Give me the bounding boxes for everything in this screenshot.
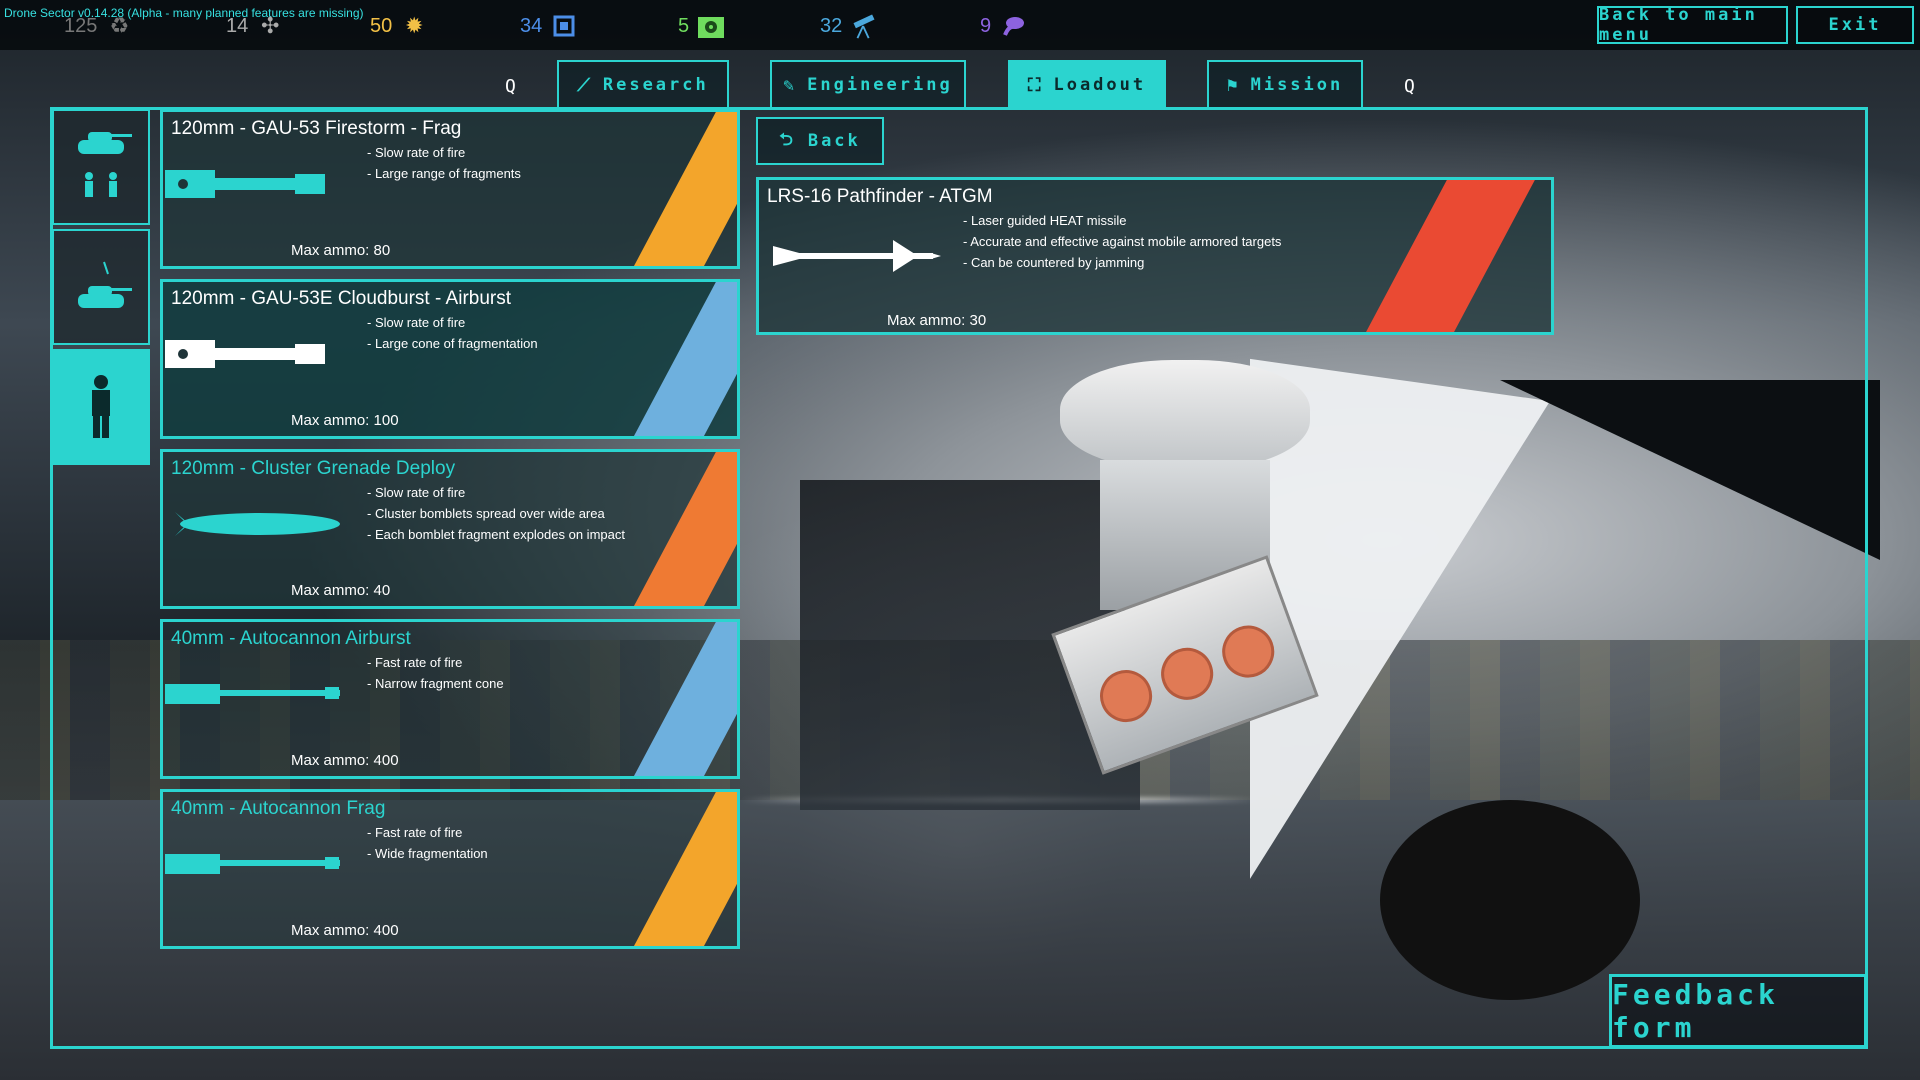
category-tank-and-infantry[interactable]	[52, 109, 150, 225]
resource-value: 14	[226, 14, 249, 37]
selected-weapon-name: LRS-16 Pathfinder - ATGM	[767, 186, 993, 207]
weapon-feature: - Large cone of fragmentation	[367, 336, 538, 351]
weapon-feature: - Wide fragmentation	[367, 846, 488, 861]
recycle-icon: ♻	[109, 13, 130, 38]
weapon-feature: - Accurate and effective against mobile …	[963, 234, 1282, 249]
weapon-feature: - Fast rate of fire	[367, 825, 463, 840]
weapon-feature: - Cluster bomblets spread over wide area	[367, 506, 605, 521]
weapon-feature: - Large range of fragments	[367, 166, 521, 181]
weapon-name: 40mm - Autocannon Frag	[171, 798, 386, 819]
weapon-stripe	[609, 792, 737, 946]
resource-value: 5	[678, 14, 690, 37]
resource-satellite: 14 ✣	[226, 12, 284, 40]
weapon-name: 120mm - GAU-53 Firestorm - Frag	[171, 118, 462, 139]
resource-alien: 9	[980, 12, 1027, 40]
weapon-feature: - Slow rate of fire	[367, 145, 466, 160]
weapon-feature: - Can be countered by jamming	[963, 255, 1145, 270]
weapon-card[interactable]: 40mm - Autocannon Frag - Fast rate of fi…	[160, 789, 740, 949]
selected-weapon-features: - Laser guided HEAT missile - Accurate a…	[963, 210, 1281, 273]
back-button[interactable]: ⮌ Back	[756, 117, 884, 165]
weapon-card[interactable]: 120mm - Cluster Grenade Deploy - Slow ra…	[160, 449, 740, 609]
tab-label: Mission	[1250, 75, 1344, 95]
tank-with-missile-icon	[78, 261, 132, 308]
tank-and-infantry-icon	[78, 132, 132, 197]
missile-icon	[773, 240, 941, 272]
weapon-stripe	[1340, 180, 1546, 332]
weapon-features: - Slow rate of fire - Large cone of frag…	[367, 312, 538, 354]
bracket-icon: ⛶	[1027, 74, 1044, 96]
weapon-features: - Fast rate of fire - Wide fragmentation	[367, 822, 488, 864]
weapon-card[interactable]: 120mm - GAU-53E Cloudburst - Airburst - …	[160, 279, 740, 439]
infantry-icon	[92, 375, 110, 438]
wrench-icon: ✎	[783, 74, 798, 96]
explosion-icon: ✹	[405, 13, 424, 38]
feedback-form-button[interactable]: Feedback form	[1609, 974, 1867, 1048]
weapon-feature: - Each bomblet fragment explodes on impa…	[367, 527, 625, 542]
weapon-feature: - Fast rate of fire	[367, 655, 463, 670]
resource-explosive: 50 ✹	[370, 12, 428, 40]
resource-value: 34	[520, 14, 543, 37]
weapon-feature: - Laser guided HEAT missile	[963, 213, 1127, 228]
autocannon-airburst-icon	[165, 684, 340, 704]
radioactive-crate-icon	[697, 12, 725, 40]
telescope-icon	[850, 12, 878, 40]
resource-value: 32	[820, 14, 843, 37]
next-tab-key-hint: Q	[1404, 76, 1415, 97]
resource-bar: Drone Sector v0.14.28 (Alpha - many plan…	[0, 0, 1920, 50]
weapon-max-ammo: Max ammo: 400	[291, 752, 399, 769]
weapon-stripe	[609, 112, 737, 266]
cannon-airburst-icon	[165, 340, 325, 368]
back-label: Back	[807, 131, 861, 151]
cannon-frag-icon	[165, 170, 325, 198]
back-to-main-menu-button[interactable]: Back to main menu	[1597, 5, 1788, 45]
prev-tab-key-hint: Q	[505, 76, 516, 97]
tab-engineering[interactable]: ✎ Engineering	[770, 60, 966, 108]
weapon-stripe	[609, 282, 737, 436]
resource-recycle: 125 ♻	[64, 12, 133, 40]
weapon-max-ammo: Max ammo: 40	[291, 582, 391, 599]
weapon-max-ammo: Max ammo: 400	[291, 922, 399, 939]
tab-label: Research	[602, 75, 709, 95]
alien-icon	[999, 12, 1027, 40]
weapon-name: 40mm - Autocannon Airburst	[171, 628, 411, 649]
weapon-feature: - Slow rate of fire	[367, 485, 466, 500]
resource-telescope: 32	[820, 12, 878, 40]
weapon-features: - Slow rate of fire - Large range of fra…	[367, 142, 521, 184]
autocannon-frag-icon	[165, 854, 340, 874]
weapon-card[interactable]: 120mm - GAU-53 Firestorm - Frag - Slow r…	[160, 109, 740, 269]
weapon-features: - Slow rate of fire - Cluster bomblets s…	[367, 482, 625, 545]
selected-weapon-card[interactable]: LRS-16 Pathfinder - ATGM - Laser guided …	[756, 177, 1554, 335]
flag-icon: ⚑	[1226, 74, 1241, 96]
weapon-max-ammo: Max ammo: 100	[291, 412, 399, 429]
weapon-card[interactable]: 40mm - Autocannon Airburst - Fast rate o…	[160, 619, 740, 779]
satellite-icon: ✣	[261, 13, 280, 38]
weapon-max-ammo: Max ammo: 80	[291, 242, 391, 259]
weapon-stripe	[609, 622, 737, 776]
exit-button[interactable]: Exit	[1796, 6, 1914, 44]
weapon-feature: - Narrow fragment cone	[367, 676, 504, 691]
resource-value: 50	[370, 14, 393, 37]
tab-mission[interactable]: ⚑ Mission	[1207, 60, 1363, 108]
return-arrow-icon: ⮌	[779, 129, 796, 150]
resource-chip: 34	[520, 12, 578, 40]
category-infantry[interactable]	[52, 349, 150, 465]
version-text: Drone Sector v0.14.28 (Alpha - many plan…	[4, 6, 364, 20]
resource-value: 125	[64, 14, 98, 37]
tab-label: Loadout	[1053, 75, 1147, 95]
weapon-name: 120mm - Cluster Grenade Deploy	[171, 458, 456, 479]
chip-icon	[550, 12, 578, 40]
tab-loadout[interactable]: ⛶ Loadout	[1008, 60, 1166, 108]
weapon-name: 120mm - GAU-53E Cloudburst - Airburst	[171, 288, 512, 309]
weapon-features: - Fast rate of fire - Narrow fragment co…	[367, 652, 504, 694]
tab-label: Engineering	[807, 75, 953, 95]
weapon-stripe	[609, 452, 737, 606]
resource-radioactive: 5	[678, 12, 725, 40]
tab-research[interactable]: ⟋ Research	[557, 60, 729, 108]
cluster-grenade-icon	[175, 512, 340, 536]
selected-weapon-max-ammo: Max ammo: 30	[887, 312, 987, 329]
category-tank-missile[interactable]	[52, 229, 150, 345]
weapon-feature: - Slow rate of fire	[367, 315, 466, 330]
trend-icon: ⟋	[577, 74, 593, 96]
resource-value: 9	[980, 14, 992, 37]
